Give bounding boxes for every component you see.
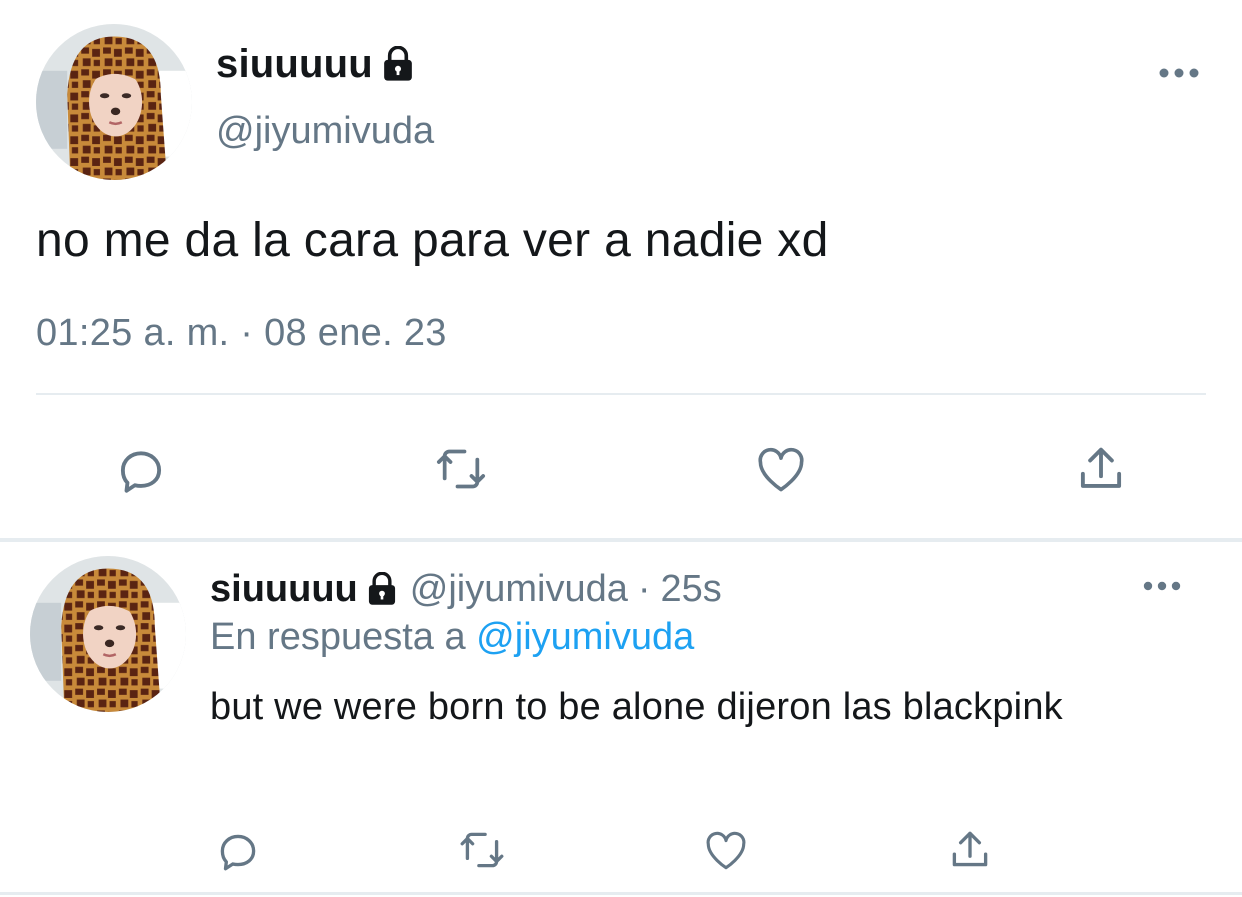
lock-icon [368, 572, 395, 605]
user-handle[interactable]: @jiyumivuda [410, 566, 628, 612]
tweet-actions [0, 420, 1242, 510]
reply-button[interactable] [206, 818, 270, 882]
reply-prefix: En respuesta a [210, 616, 466, 658]
reply-icon [120, 451, 162, 493]
more-options-icon[interactable] [1142, 576, 1182, 596]
lock-icon [384, 46, 412, 81]
divider [36, 393, 1206, 395]
like-button[interactable] [744, 432, 818, 506]
share-button[interactable] [1064, 432, 1138, 506]
tweet-time[interactable]: 25s [661, 566, 722, 612]
bottom-divider [0, 892, 1242, 895]
like-icon [758, 447, 804, 492]
more-options-icon[interactable] [1158, 62, 1200, 84]
retweet-button[interactable] [424, 432, 498, 506]
tweet-text: but we were born to be alone dijeron las… [210, 686, 1063, 728]
display-name[interactable]: siuuuuu [216, 40, 415, 88]
user-handle[interactable]: @jiyumivuda [216, 108, 434, 154]
section-separator [0, 538, 1242, 542]
tweet-timestamp[interactable]: 01:25 a. m. · 08 ene. 23 [36, 310, 447, 356]
separator-dot: · [637, 568, 651, 610]
reply-button[interactable] [104, 432, 178, 506]
profile-avatar[interactable] [30, 556, 186, 712]
retweet-icon [436, 449, 486, 489]
avatar-image [30, 556, 186, 712]
reply-header: siuuuuu @jiyumivuda · 25s [210, 566, 722, 612]
reply-context: En respuesta a @jiyumivuda [210, 614, 694, 660]
avatar-image [36, 24, 192, 180]
like-button[interactable] [694, 818, 758, 882]
retweet-button[interactable] [450, 818, 514, 882]
display-name[interactable]: siuuuuu [210, 566, 358, 612]
profile-avatar[interactable] [36, 24, 192, 180]
tweet-text: no me da la cara para ver a nadie xd [36, 214, 829, 267]
share-icon [1080, 447, 1122, 488]
tweet-actions [0, 808, 1242, 888]
share-button[interactable] [938, 818, 1002, 882]
reply-to-link[interactable]: @jiyumivuda [476, 616, 694, 658]
reply-icon [220, 834, 256, 871]
retweet-icon [460, 832, 504, 868]
share-icon [952, 831, 988, 867]
like-icon [706, 831, 746, 870]
